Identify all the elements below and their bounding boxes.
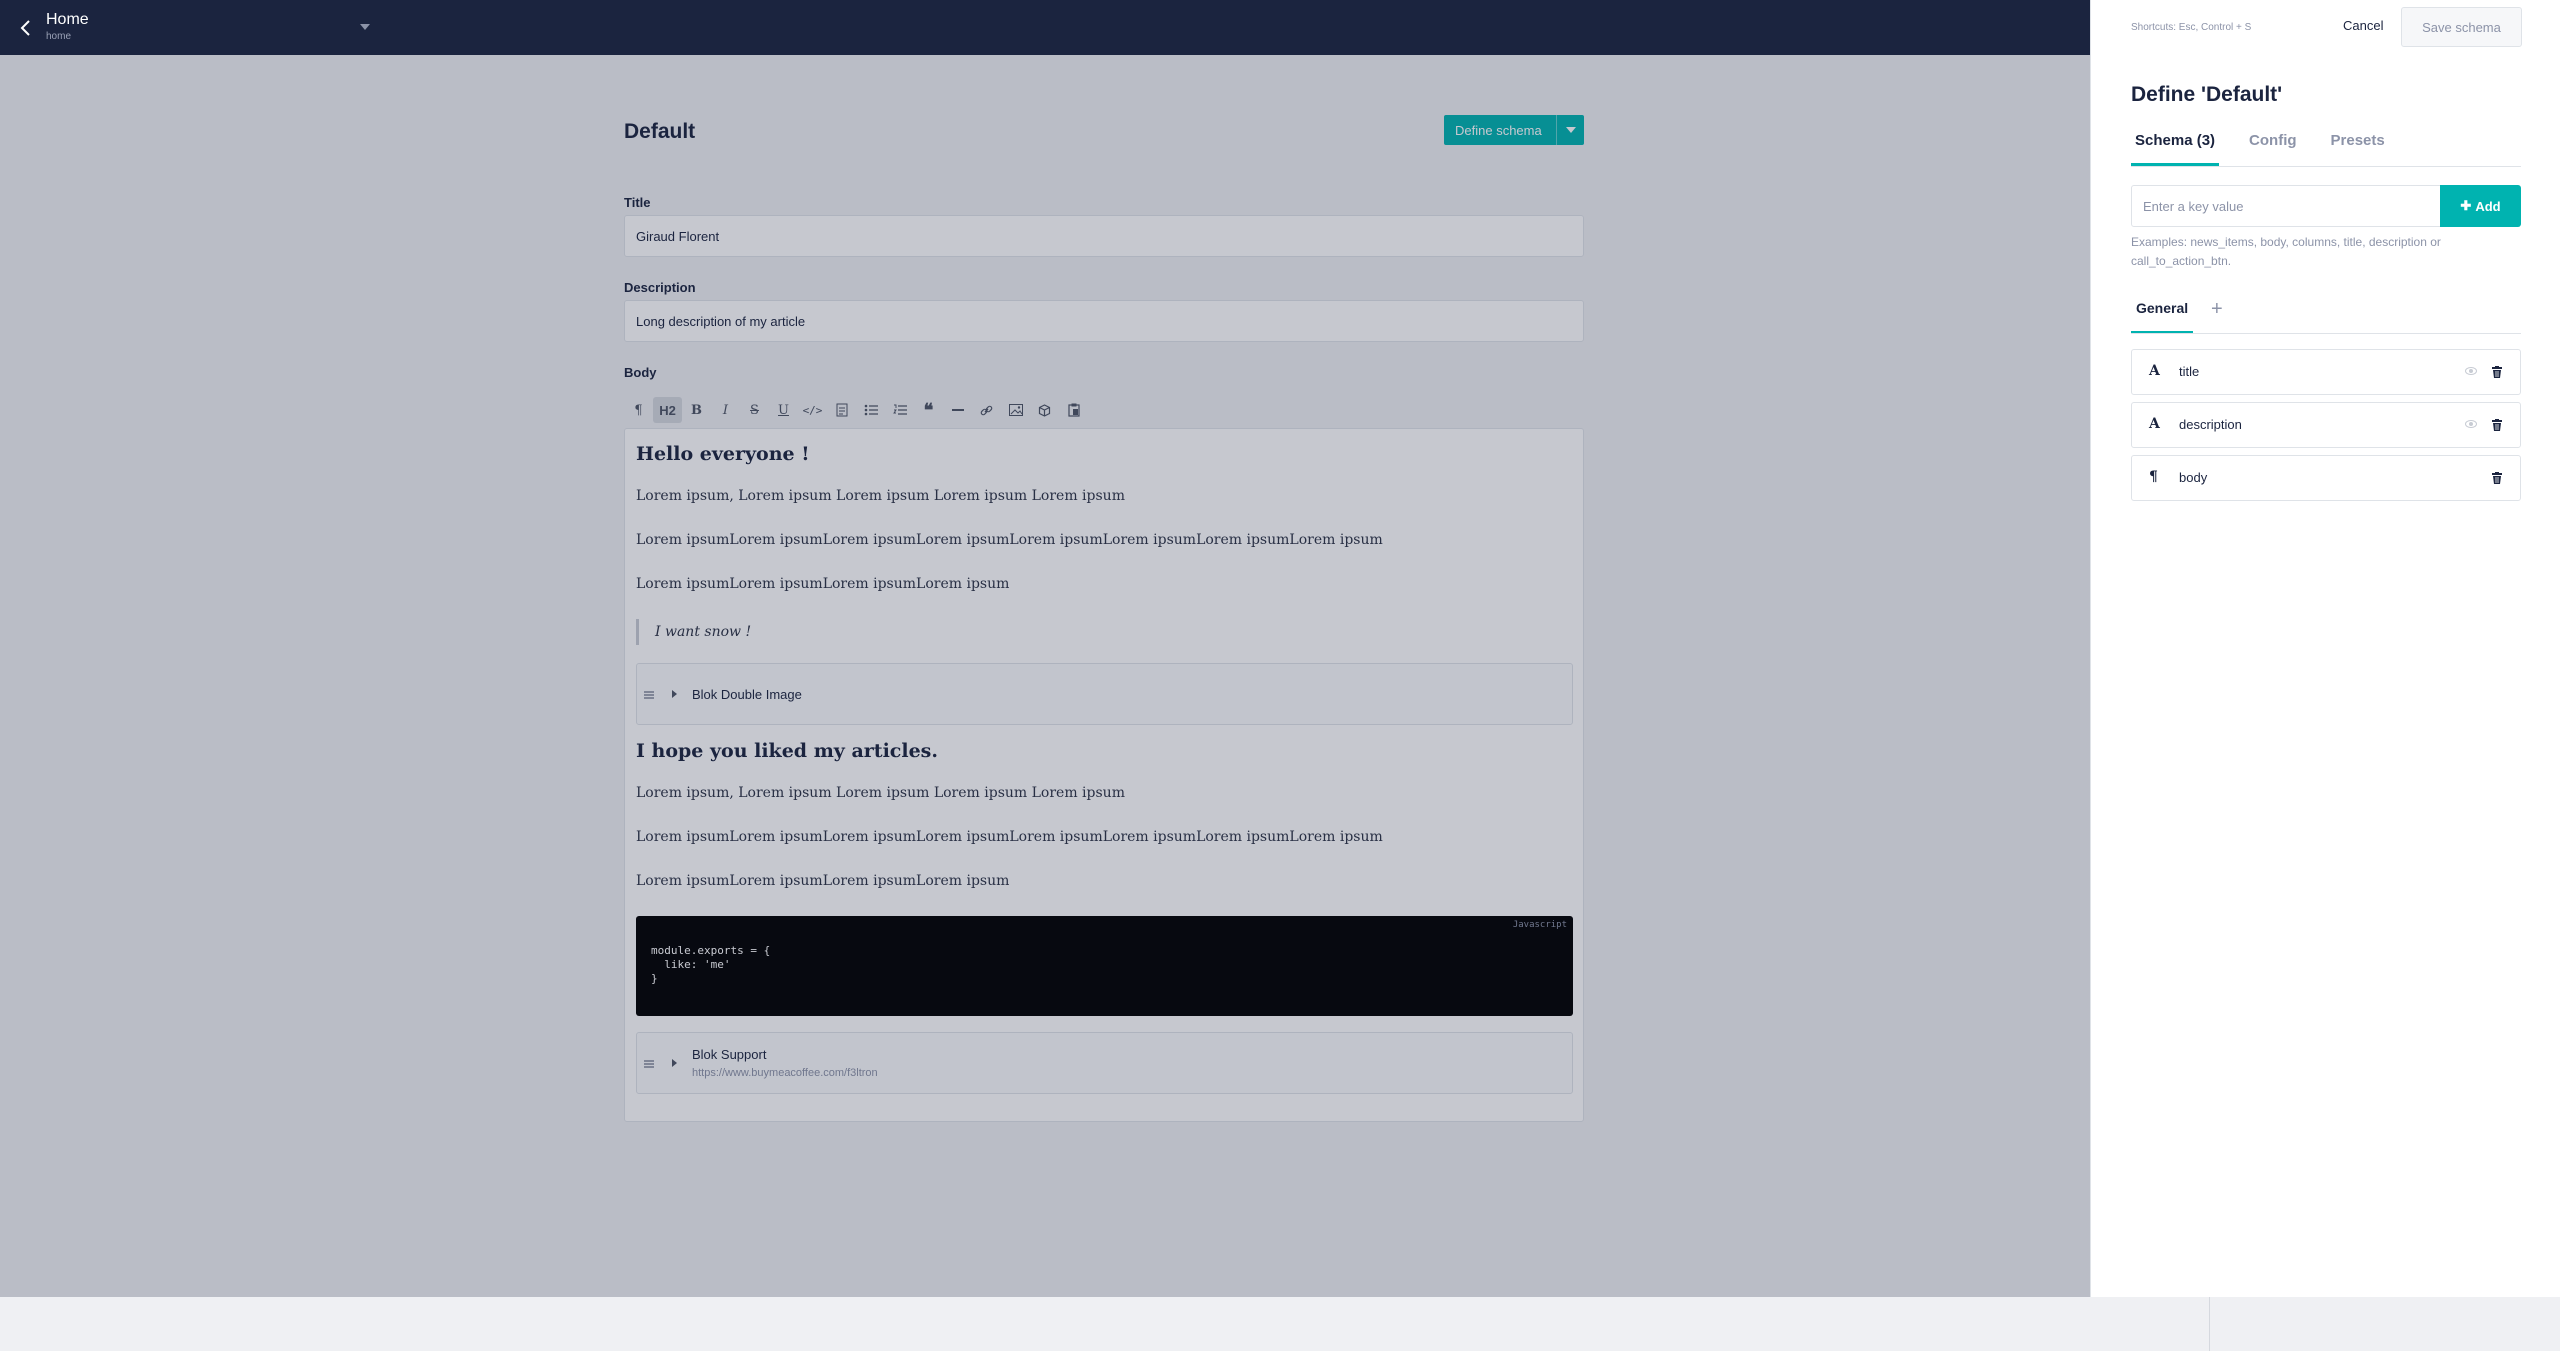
paragraph: Lorem ipsumLorem ipsumLorem ipsumLorem i… bbox=[636, 829, 1383, 845]
drag-handle-icon[interactable] bbox=[644, 1060, 654, 1068]
richtext-editor[interactable]: Hello everyone ! Lorem ipsum, Lorem ipsu… bbox=[624, 428, 1584, 1122]
space-slug: home bbox=[46, 31, 72, 42]
eye-icon[interactable] bbox=[2465, 367, 2477, 375]
schema-field-body[interactable]: ¶ body bbox=[2131, 455, 2521, 501]
image-icon[interactable] bbox=[1001, 397, 1030, 423]
define-schema-dropdown[interactable] bbox=[1556, 115, 1584, 145]
key-input[interactable]: Enter a key value bbox=[2131, 185, 2441, 227]
underline-icon[interactable]: U bbox=[769, 397, 798, 423]
caret-down-icon bbox=[1565, 127, 1576, 133]
add-label: Add bbox=[2475, 198, 2501, 214]
ordered-list-icon[interactable] bbox=[885, 397, 914, 423]
divider bbox=[2209, 1297, 2210, 1351]
body-label: Body bbox=[624, 365, 657, 380]
plus-icon: ✚ bbox=[2460, 198, 2472, 213]
trash-icon[interactable] bbox=[2492, 471, 2502, 484]
trash-icon[interactable] bbox=[2492, 365, 2502, 378]
chevron-down-icon[interactable] bbox=[360, 24, 370, 30]
content-heading: I hope you liked my articles. bbox=[636, 740, 938, 762]
link-icon[interactable] bbox=[972, 397, 1001, 423]
blok-double-image[interactable]: Blok Double Image bbox=[636, 663, 1573, 725]
blok-name: Blok Double Image bbox=[692, 687, 802, 702]
code-content: module.exports = { like: 'me' } bbox=[651, 944, 771, 985]
save-schema-button[interactable]: Save schema bbox=[2401, 7, 2522, 47]
cancel-button[interactable]: Cancel bbox=[2343, 18, 2383, 33]
tab-general[interactable]: General bbox=[2131, 300, 2194, 334]
field-name: title bbox=[2179, 364, 2200, 379]
schema-field-description[interactable]: A description bbox=[2131, 402, 2521, 448]
paragraph: Lorem ipsumLorem ipsumLorem ipsumLorem i… bbox=[636, 873, 1010, 889]
paragraph: Lorem ipsumLorem ipsumLorem ipsumLorem i… bbox=[636, 576, 1010, 592]
schema-panel: Shortcuts: Esc, Control + S Cancel Save … bbox=[2090, 0, 2560, 1297]
bold-icon[interactable]: B bbox=[682, 397, 711, 423]
add-field-button[interactable]: ✚ Add bbox=[2440, 185, 2521, 227]
code-block[interactable]: Javascript module.exports = { like: 'me'… bbox=[636, 916, 1573, 1016]
trash-icon[interactable] bbox=[2492, 418, 2502, 431]
field-name: description bbox=[2179, 417, 2242, 432]
divider bbox=[2131, 166, 2521, 167]
tab-schema[interactable]: Schema (3) bbox=[2131, 132, 2220, 166]
title-label: Title bbox=[624, 195, 651, 210]
drag-handle-icon[interactable] bbox=[644, 691, 654, 699]
add-group-plus-icon[interactable]: + bbox=[2211, 298, 2223, 321]
paragraph: Lorem ipsumLorem ipsumLorem ipsumLorem i… bbox=[636, 532, 1383, 548]
description-input[interactable]: Long description of my article bbox=[624, 300, 1584, 342]
content-editor: Default Define schema Title Giraud Flore… bbox=[0, 55, 2090, 1297]
code-icon[interactable]: </> bbox=[798, 397, 827, 423]
paragraph: Lorem ipsum, Lorem ipsum Lorem ipsum Lor… bbox=[636, 785, 1125, 801]
content-heading: Hello everyone ! bbox=[636, 443, 810, 465]
quote-icon[interactable]: ❝ bbox=[914, 397, 943, 423]
text-type-icon: A bbox=[2149, 363, 2160, 379]
paragraph: Lorem ipsum, Lorem ipsum Lorem ipsum Lor… bbox=[636, 488, 1125, 504]
strikethrough-icon[interactable]: S bbox=[740, 397, 769, 423]
paste-icon[interactable] bbox=[1059, 397, 1088, 423]
examples-hint: Examples: news_items, body, columns, tit… bbox=[2131, 235, 2441, 268]
top-bar: Home home bbox=[0, 0, 2090, 55]
eye-icon[interactable] bbox=[2465, 420, 2477, 428]
code-block-icon[interactable] bbox=[827, 397, 856, 423]
shortcuts-hint: Shortcuts: Esc, Control + S bbox=[2131, 22, 2252, 33]
panel-title: Define 'Default' bbox=[2131, 83, 2283, 106]
space-name[interactable]: Home bbox=[46, 11, 89, 29]
expand-caret-icon[interactable] bbox=[672, 690, 677, 698]
richtext-type-icon: ¶ bbox=[2149, 469, 2158, 485]
schema-field-title[interactable]: A title bbox=[2131, 349, 2521, 395]
footer-area bbox=[0, 1297, 2560, 1351]
title-input[interactable]: Giraud Florent bbox=[624, 215, 1584, 257]
back-arrow-icon[interactable] bbox=[14, 16, 38, 40]
page-title: Default bbox=[624, 120, 696, 143]
bullet-list-icon[interactable] bbox=[856, 397, 885, 423]
field-name: body bbox=[2179, 470, 2208, 485]
horizontal-rule-icon[interactable] bbox=[943, 397, 972, 423]
expand-caret-icon[interactable] bbox=[672, 1059, 677, 1067]
tab-config[interactable]: Config bbox=[2245, 132, 2300, 166]
blok-icon[interactable] bbox=[1030, 397, 1059, 423]
blockquote: I want snow ! bbox=[636, 619, 751, 645]
text-type-icon: A bbox=[2149, 416, 2160, 432]
divider bbox=[2131, 333, 2521, 334]
blok-url: https://www.buymeacoffee.com/f3ltron bbox=[692, 1067, 878, 1079]
italic-icon[interactable]: I bbox=[711, 397, 740, 423]
define-schema-label: Define schema bbox=[1455, 122, 1542, 138]
paragraph-icon[interactable]: ¶ bbox=[624, 397, 653, 423]
description-label: Description bbox=[624, 280, 696, 295]
tab-presets[interactable]: Presets bbox=[2327, 132, 2389, 166]
define-schema-button[interactable]: Define schema bbox=[1444, 115, 1584, 145]
blok-support[interactable]: Blok Support https://www.buymeacoffee.co… bbox=[636, 1032, 1573, 1094]
panel-tabs: Schema (3) Config Presets bbox=[2131, 132, 2389, 166]
blok-name: Blok Support bbox=[692, 1047, 767, 1062]
richtext-toolbar: ¶ H2 B I S U </> ❝ bbox=[624, 396, 1088, 424]
heading-h2-button[interactable]: H2 bbox=[653, 397, 682, 423]
code-language: Javascript bbox=[1512, 920, 1567, 930]
